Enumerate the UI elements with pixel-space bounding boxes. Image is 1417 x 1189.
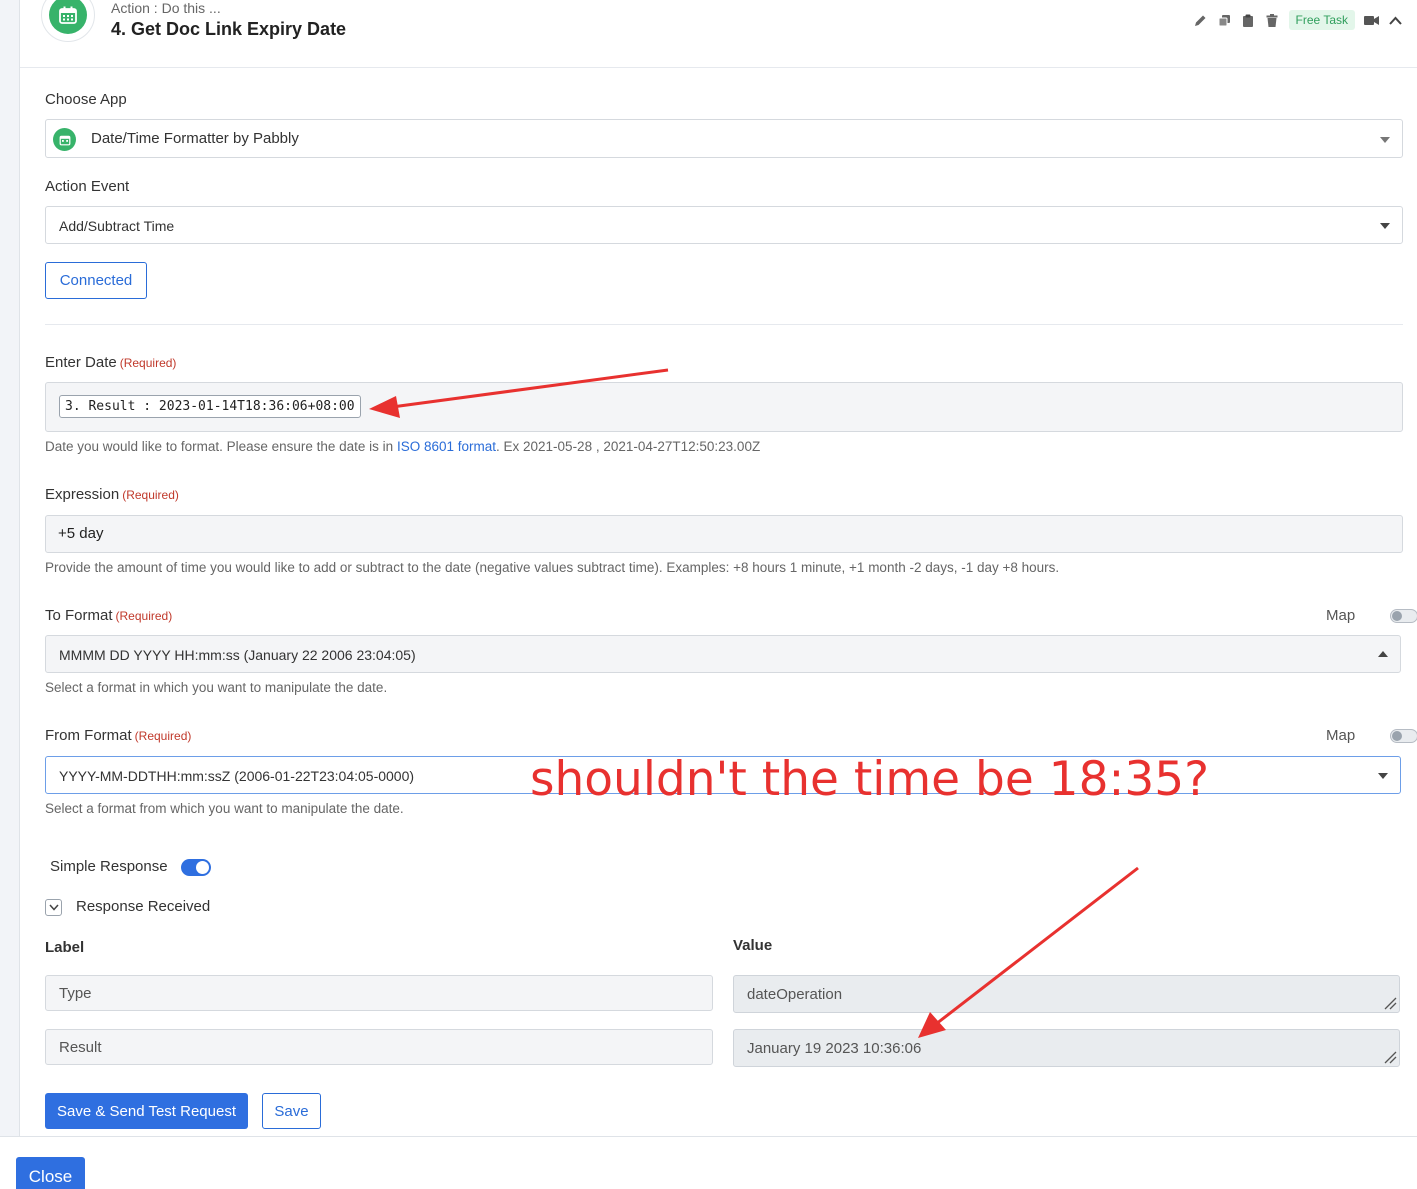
- response-label-field[interactable]: Result: [45, 1029, 713, 1065]
- simple-response-label: Simple Response: [50, 858, 168, 875]
- enter-date-help: Date you would like to format. Please en…: [45, 439, 760, 454]
- calendar-icon: [49, 0, 87, 34]
- enter-date-help-suffix: . Ex 2021-05-28 , 2021-04-27T12:50:23.00…: [496, 439, 761, 454]
- response-value-field[interactable]: January 19 2023 10:36:06: [733, 1029, 1400, 1067]
- value-column-header: Value: [733, 937, 773, 954]
- from-format-value: YYYY-MM-DDTHH:mm:ssZ (2006-01-22T23:04:0…: [59, 768, 415, 784]
- response-label-text: Result: [59, 1039, 102, 1056]
- clipboard-icon[interactable]: [1241, 13, 1256, 28]
- iso-8601-link[interactable]: ISO 8601 format: [397, 439, 496, 454]
- chevron-down-icon: [48, 904, 59, 911]
- chevron-down-icon: [1380, 137, 1390, 143]
- required-badge: (Required): [115, 609, 173, 623]
- choose-app-select[interactable]: Date/Time Formatter by Pabbly: [45, 119, 1403, 158]
- chevron-down-icon: [1378, 773, 1388, 779]
- trash-icon[interactable]: [1265, 13, 1280, 28]
- step-header: Action : Do this ... 4. Get Doc Link Exp…: [20, 0, 1417, 68]
- pencil-icon[interactable]: [1193, 13, 1208, 28]
- choose-app-label: Choose App: [45, 91, 127, 108]
- close-button[interactable]: Close: [16, 1157, 85, 1189]
- from-format-map-label: Map: [1326, 727, 1356, 744]
- response-label-field[interactable]: Type: [45, 975, 713, 1011]
- label-column-header: Label: [45, 939, 85, 956]
- expression-help: Provide the amount of time you would lik…: [45, 560, 1060, 575]
- from-format-label-text: From Format: [45, 727, 132, 744]
- expression-label-text: Expression: [45, 486, 120, 503]
- annotation-text: shouldn't the time be 18:35?: [530, 752, 1210, 807]
- to-format-map-toggle[interactable]: [1390, 609, 1417, 623]
- mapped-field-chip[interactable]: 3. Result : 2023-01-14T18:36:06+08:00: [59, 395, 361, 418]
- enter-date-help-prefix: Date you would like to format. Please en…: [45, 439, 397, 454]
- expression-input[interactable]: +5 day: [45, 515, 1403, 553]
- left-rail: [0, 0, 20, 1136]
- required-badge: (Required): [134, 729, 192, 743]
- response-value-text: January 19 2023 10:36:06: [747, 1040, 922, 1057]
- simple-response-toggle[interactable]: [181, 859, 211, 876]
- response-value-text: dateOperation: [747, 986, 843, 1003]
- save-button[interactable]: Save: [262, 1093, 321, 1129]
- from-format-label: From Format (Required): [45, 727, 191, 744]
- response-value-field[interactable]: dateOperation: [733, 975, 1400, 1013]
- response-received-label: Response Received: [76, 898, 211, 915]
- action-step-card: Action : Do this ... 4. Get Doc Link Exp…: [20, 0, 1417, 1136]
- expression-label: Expression (Required): [45, 486, 179, 503]
- to-format-value: MMMM DD YYYY HH:mm:ss (January 22 2006 2…: [59, 647, 416, 663]
- to-format-map-label: Map: [1326, 607, 1356, 624]
- to-format-label: To Format (Required): [45, 607, 172, 624]
- video-icon[interactable]: [1364, 13, 1379, 28]
- required-badge: (Required): [119, 356, 177, 370]
- action-event-value: Add/Subtract Time: [59, 218, 175, 234]
- chevron-down-icon: [1380, 223, 1390, 229]
- step-title: 4. Get Doc Link Expiry Date: [111, 19, 347, 39]
- action-event-label: Action Event: [45, 178, 130, 195]
- calendar-icon: [53, 128, 76, 151]
- resize-grip-icon[interactable]: [1383, 1050, 1397, 1064]
- app-badge: [41, 0, 95, 42]
- chevron-up-icon[interactable]: [1388, 13, 1403, 28]
- to-format-help: Select a format in which you want to man…: [45, 680, 388, 695]
- required-badge: (Required): [122, 488, 179, 502]
- to-format-label-text: To Format: [45, 607, 113, 624]
- response-label-text: Type: [59, 985, 92, 1002]
- modal-footer: Close: [0, 1136, 1417, 1189]
- choose-app-value: Date/Time Formatter by Pabbly: [91, 130, 299, 147]
- enter-date-label: Enter Date (Required): [45, 354, 176, 371]
- enter-date-label-text: Enter Date: [45, 354, 117, 371]
- copy-icon[interactable]: [1217, 13, 1232, 28]
- step-subtitle: Action : Do this ...: [111, 0, 221, 16]
- expression-value: +5 day: [58, 525, 104, 542]
- action-event-select[interactable]: Add/Subtract Time: [45, 206, 1403, 244]
- connected-button[interactable]: Connected: [45, 262, 147, 299]
- from-format-help: Select a format from which you want to m…: [45, 801, 404, 816]
- free-task-badge: Free Task: [1288, 10, 1355, 30]
- resize-grip-icon[interactable]: [1383, 996, 1397, 1010]
- response-received-toggle[interactable]: [45, 899, 62, 916]
- from-format-map-toggle[interactable]: [1390, 729, 1417, 743]
- section-divider: [45, 324, 1403, 325]
- enter-date-input[interactable]: 3. Result : 2023-01-14T18:36:06+08:00: [45, 382, 1403, 432]
- chevron-up-icon: [1378, 651, 1388, 657]
- to-format-select[interactable]: MMMM DD YYYY HH:mm:ss (January 22 2006 2…: [45, 635, 1401, 673]
- save-and-send-test-button[interactable]: Save & Send Test Request: [45, 1093, 248, 1129]
- step-toolbar: Free Task: [1193, 10, 1403, 30]
